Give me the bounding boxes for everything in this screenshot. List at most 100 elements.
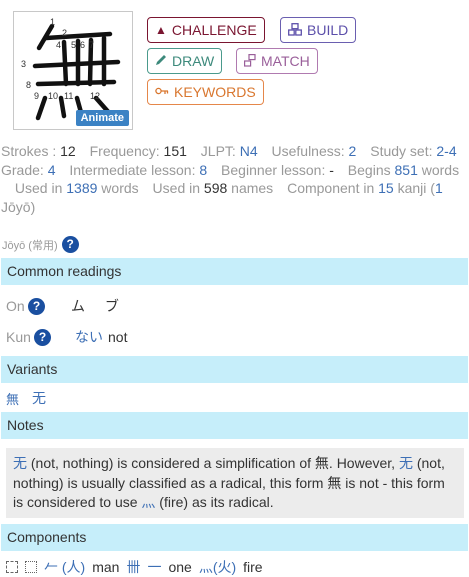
draw-label: DRAW bbox=[172, 53, 215, 69]
keywords-button[interactable]: KEYWORDS bbox=[147, 79, 264, 105]
components-header: Components bbox=[1, 524, 468, 551]
variants-list: 無 无 bbox=[6, 388, 46, 408]
match-label: MATCH bbox=[261, 53, 310, 69]
component-link[interactable]: 一 bbox=[147, 557, 161, 577]
triangle-icon: ▲ bbox=[155, 23, 167, 37]
joyo-word: Jōyō) bbox=[1, 198, 36, 215]
build-button[interactable]: BUILD bbox=[280, 17, 357, 43]
kun-reading-row: Kun ? ない not bbox=[6, 327, 127, 347]
stroke-number: 9 bbox=[34, 91, 39, 101]
stroke-order-diagram[interactable]: 1 2 3 4 5 6 7 8 9 10 11 12 Animate bbox=[13, 11, 133, 130]
stroke-number: 4 bbox=[56, 40, 61, 50]
pencil-icon bbox=[155, 54, 167, 68]
variants-header: Variants bbox=[1, 356, 468, 383]
challenge-label: CHALLENGE bbox=[171, 22, 257, 38]
component-link[interactable]: 灬(火) bbox=[199, 557, 236, 577]
jlpt-link[interactable]: N4 bbox=[240, 143, 258, 159]
used-in-words-link[interactable]: 1389 bbox=[66, 180, 97, 196]
note-text: (fire) as its radical. bbox=[155, 494, 274, 510]
component-link[interactable]: 𠂉 (人) bbox=[44, 557, 85, 577]
stroke-number: 11 bbox=[64, 91, 73, 101]
begins-label: Begins bbox=[347, 161, 391, 178]
used-in-names-label: Used in bbox=[152, 180, 201, 197]
components-list: 𠂉 (人) man 卌 一 one 灬(火) fire bbox=[6, 557, 263, 577]
joyo-tag: Jōyō (常用) ? bbox=[2, 236, 79, 253]
notes-text: 无 (not, nothing) is considered a simplif… bbox=[6, 448, 464, 518]
frequency-value: 151 bbox=[163, 143, 187, 159]
match-icon bbox=[244, 53, 256, 69]
layout-icon bbox=[6, 561, 18, 573]
challenge-button[interactable]: ▲ CHALLENGE bbox=[147, 17, 265, 43]
words-label-2: words bbox=[101, 180, 139, 197]
note-kanji-link[interactable]: 无 bbox=[13, 455, 27, 471]
match-button[interactable]: MATCH bbox=[236, 48, 318, 74]
key-icon bbox=[155, 85, 169, 99]
component-glyph: 灬 bbox=[198, 559, 213, 575]
kun-label: Kun bbox=[6, 329, 31, 345]
note-kanji-link[interactable]: 无 bbox=[399, 455, 413, 471]
beginner-lesson-value: - bbox=[329, 161, 334, 178]
component-in-label: Component in bbox=[287, 180, 375, 197]
keywords-label: KEYWORDS bbox=[174, 84, 256, 100]
component-alt: (人) bbox=[61, 559, 86, 575]
stroke-number: 6 bbox=[80, 40, 85, 50]
stroke-number: 7 bbox=[89, 40, 94, 50]
usefulness-label: Usefulness: bbox=[271, 143, 345, 159]
strokes-label: Strokes : bbox=[1, 143, 57, 159]
common-readings-header: Common readings bbox=[1, 258, 468, 285]
begins-link[interactable]: 851 bbox=[395, 162, 418, 178]
grade-link[interactable]: 4 bbox=[48, 162, 56, 178]
kanji-info: Strokes : 12 Frequency: 151 JLPT: N4 Use… bbox=[1, 142, 467, 216]
component-meaning: one bbox=[168, 559, 192, 575]
used-in-words-label: Used in bbox=[14, 180, 63, 197]
strokes-value: 12 bbox=[60, 143, 76, 159]
stroke-number: 8 bbox=[26, 80, 31, 90]
component-meaning: man bbox=[92, 559, 120, 575]
stroke-number: 3 bbox=[21, 59, 26, 69]
note-text: (not, nothing) is considered a simplific… bbox=[27, 455, 399, 471]
stroke-number: 2 bbox=[62, 28, 67, 38]
stroke-number: 5 bbox=[71, 40, 76, 50]
note-radical-link[interactable]: 灬 bbox=[141, 494, 155, 510]
component-glyph: 𠂉 bbox=[44, 559, 58, 575]
on-label: On bbox=[6, 298, 25, 314]
component-link[interactable]: 卌 bbox=[126, 557, 140, 577]
usefulness-link[interactable]: 2 bbox=[349, 143, 357, 159]
frequency-label: Frequency: bbox=[89, 143, 160, 159]
on-reading-value: ム ブ bbox=[71, 298, 127, 314]
kun-reading-link[interactable]: ない bbox=[75, 327, 103, 347]
study-set-label: Study set: bbox=[370, 143, 433, 159]
jlpt-label: JLPT: bbox=[200, 143, 236, 159]
used-in-names-value: 598 bbox=[203, 180, 228, 197]
kanji-header: 1 2 3 4 5 6 7 8 9 10 11 12 Animate ▲ CHA… bbox=[0, 0, 469, 140]
notes-header: Notes bbox=[1, 412, 468, 439]
layout-icon bbox=[25, 561, 37, 573]
build-label: BUILD bbox=[307, 22, 349, 38]
stroke-number: 10 bbox=[48, 91, 58, 101]
joyo-tag-label: Jōyō (常用) bbox=[2, 239, 58, 252]
help-icon[interactable]: ? bbox=[61, 236, 79, 253]
variant-link[interactable]: 無 bbox=[6, 389, 19, 408]
beginner-lesson-label: Beginner lesson: bbox=[221, 161, 326, 178]
kun-meaning: not bbox=[108, 329, 128, 345]
words-label: words bbox=[421, 161, 460, 178]
intermediate-lesson-link[interactable]: 8 bbox=[199, 162, 207, 178]
variant-link[interactable]: 无 bbox=[32, 388, 46, 408]
intermediate-lesson-label: Intermediate lesson: bbox=[69, 161, 196, 178]
names-label: names bbox=[231, 180, 274, 197]
kanji-label: kanji bbox=[397, 180, 427, 197]
joyo-count-link[interactable]: 1 bbox=[435, 180, 443, 196]
study-set-link[interactable]: 2-4 bbox=[436, 143, 456, 159]
draw-button[interactable]: DRAW bbox=[147, 48, 223, 74]
shapes-icon bbox=[288, 22, 302, 38]
stroke-number: 1 bbox=[50, 17, 55, 27]
component-in-link[interactable]: 15 bbox=[378, 180, 394, 196]
help-icon[interactable]: ? bbox=[34, 328, 51, 346]
help-icon[interactable]: ? bbox=[28, 297, 45, 315]
grade-label: Grade: bbox=[1, 161, 44, 178]
stroke-number: 12 bbox=[90, 91, 100, 101]
component-meaning: fire bbox=[243, 559, 263, 575]
on-reading-row: On ? ム ブ bbox=[6, 296, 127, 316]
component-alt: (火) bbox=[212, 559, 237, 575]
animate-button[interactable]: Animate bbox=[75, 110, 129, 126]
